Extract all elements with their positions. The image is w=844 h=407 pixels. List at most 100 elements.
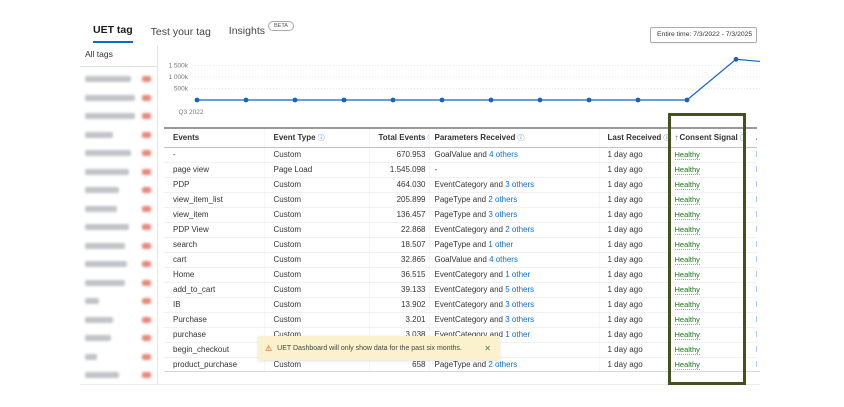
parameters-others-link[interactable]: 3 others bbox=[488, 210, 517, 219]
cell-total-events: 36.515 bbox=[369, 267, 429, 282]
action-link[interactable]: E bbox=[756, 195, 757, 204]
data-point[interactable] bbox=[538, 98, 543, 103]
consent-status-badge[interactable]: Healthy bbox=[675, 255, 700, 265]
consent-status-badge[interactable]: Healthy bbox=[675, 345, 700, 355]
tag-list-item[interactable] bbox=[85, 76, 151, 82]
action-link[interactable]: E bbox=[756, 165, 757, 174]
sidebar-item-all-tags[interactable]: All tags bbox=[80, 45, 157, 67]
tag-list-item[interactable] bbox=[85, 113, 151, 119]
action-link[interactable]: E bbox=[756, 270, 757, 279]
consent-status-badge[interactable]: Healthy bbox=[675, 300, 700, 310]
data-point[interactable] bbox=[734, 57, 739, 62]
action-link[interactable]: E bbox=[756, 180, 757, 189]
tab-insights[interactable]: InsightsBETA bbox=[229, 25, 294, 43]
action-link[interactable]: E bbox=[756, 240, 757, 249]
parameters-others-link[interactable]: 2 others bbox=[488, 360, 517, 369]
action-link[interactable]: E bbox=[756, 300, 757, 309]
tag-list-item[interactable] bbox=[85, 261, 151, 267]
parameters-others-link[interactable]: 3 others bbox=[505, 300, 534, 309]
col-header-consent-signal[interactable]: ↑Consent Signalⓘ bbox=[668, 128, 746, 147]
tag-list-item[interactable] bbox=[85, 224, 151, 230]
consent-status-badge[interactable]: Healthy bbox=[675, 165, 700, 175]
consent-status-badge[interactable]: Healthy bbox=[675, 180, 700, 190]
action-link[interactable]: E bbox=[756, 345, 757, 354]
tag-list-item[interactable] bbox=[85, 298, 151, 304]
tab-uet-tag[interactable]: UET tag bbox=[93, 24, 133, 43]
action-link[interactable]: E bbox=[756, 210, 757, 219]
tag-list-item[interactable] bbox=[85, 317, 151, 323]
data-point[interactable] bbox=[244, 98, 249, 103]
col-header-actions[interactable]: A bbox=[746, 128, 757, 147]
cell-event: Home bbox=[164, 267, 264, 282]
tag-list-item[interactable] bbox=[85, 372, 151, 378]
tag-list-item[interactable] bbox=[85, 150, 151, 156]
parameters-others-link[interactable]: 4 others bbox=[489, 255, 518, 264]
consent-status-badge[interactable]: Healthy bbox=[675, 270, 700, 280]
cell-consent-signal: Healthy bbox=[668, 297, 746, 312]
consent-status-badge[interactable]: Healthy bbox=[675, 225, 700, 235]
tag-list-item[interactable] bbox=[85, 280, 151, 286]
tag-list-item[interactable] bbox=[85, 335, 151, 341]
consent-status-badge[interactable]: Healthy bbox=[675, 315, 700, 325]
events-line-chart: 1 500k1 000k500kQ3 2022 bbox=[158, 44, 760, 130]
parameters-others-link[interactable]: 5 others bbox=[505, 285, 534, 294]
parameters-others-link[interactable]: 1 other bbox=[505, 330, 530, 339]
data-point[interactable] bbox=[587, 98, 592, 103]
consent-status-badge[interactable]: Healthy bbox=[675, 210, 700, 220]
consent-status-badge[interactable]: Healthy bbox=[675, 330, 700, 340]
cell-event: page view bbox=[164, 162, 264, 177]
info-icon[interactable]: ⓘ bbox=[740, 135, 746, 142]
y-axis-tick-label: 1 500k bbox=[168, 63, 188, 70]
data-point[interactable] bbox=[636, 98, 641, 103]
consent-status-badge[interactable]: Healthy bbox=[675, 285, 700, 295]
consent-status-badge[interactable]: Healthy bbox=[675, 150, 700, 160]
data-point[interactable] bbox=[440, 98, 445, 103]
parameters-others-link[interactable]: 4 others bbox=[489, 150, 518, 159]
redacted-tag-status bbox=[142, 169, 151, 175]
close-icon[interactable]: ✕ bbox=[484, 344, 491, 353]
action-link[interactable]: E bbox=[756, 360, 757, 369]
info-icon[interactable]: ⓘ bbox=[318, 135, 325, 142]
consent-status-badge[interactable]: Healthy bbox=[675, 195, 700, 205]
redacted-tag-status bbox=[142, 354, 151, 360]
data-point[interactable] bbox=[489, 98, 494, 103]
table-row: cartCustom32.865GoalValue and 4 others1 … bbox=[164, 252, 757, 267]
col-header-last-received[interactable]: Last Receivedⓘ bbox=[599, 128, 668, 147]
date-range-selector[interactable]: Entire time: 7/3/2022 - 7/3/2025 bbox=[650, 27, 757, 43]
data-point[interactable] bbox=[342, 98, 347, 103]
parameters-others-link[interactable]: 3 others bbox=[505, 315, 534, 324]
parameters-others-link[interactable]: 3 others bbox=[505, 180, 534, 189]
tag-list-item[interactable] bbox=[85, 169, 151, 175]
parameters-others-link[interactable]: 2 others bbox=[488, 195, 517, 204]
tag-list-item[interactable] bbox=[85, 243, 151, 249]
info-icon[interactable]: ⓘ bbox=[663, 135, 668, 142]
data-point[interactable] bbox=[391, 98, 396, 103]
parameters-others-link[interactable]: 2 others bbox=[505, 225, 534, 234]
col-header-events[interactable]: Events bbox=[164, 128, 264, 147]
tab-test-your-tag[interactable]: Test your tag bbox=[151, 26, 211, 43]
action-link[interactable]: E bbox=[756, 315, 757, 324]
parameters-others-link[interactable]: 1 other bbox=[505, 270, 530, 279]
action-link[interactable]: E bbox=[756, 285, 757, 294]
tag-list-item[interactable] bbox=[85, 354, 151, 360]
cell-event: begin_checkout bbox=[164, 342, 264, 357]
tag-list-item[interactable] bbox=[85, 95, 151, 101]
action-link[interactable]: E bbox=[756, 225, 757, 234]
col-header-total-events[interactable]: Total Eventsⓘ bbox=[369, 128, 429, 147]
data-point[interactable] bbox=[685, 98, 690, 103]
tag-list-item[interactable] bbox=[85, 206, 151, 212]
action-link[interactable]: E bbox=[756, 255, 757, 264]
info-icon[interactable]: ⓘ bbox=[517, 135, 524, 142]
consent-status-badge[interactable]: Healthy bbox=[675, 360, 700, 370]
tag-list-item[interactable] bbox=[85, 132, 151, 138]
col-header-parameters-received[interactable]: Parameters Receivedⓘ bbox=[429, 128, 599, 147]
cell-parameters-received: EventCategory and 3 others bbox=[429, 312, 599, 327]
action-link[interactable]: E bbox=[756, 330, 757, 339]
consent-status-badge[interactable]: Healthy bbox=[675, 240, 700, 250]
data-point[interactable] bbox=[293, 98, 298, 103]
col-header-event-type[interactable]: Event Typeⓘ bbox=[264, 128, 369, 147]
data-point[interactable] bbox=[195, 98, 200, 103]
action-link[interactable]: E bbox=[756, 150, 757, 159]
tag-list-item[interactable] bbox=[85, 187, 151, 193]
parameters-others-link[interactable]: 1 other bbox=[488, 240, 513, 249]
